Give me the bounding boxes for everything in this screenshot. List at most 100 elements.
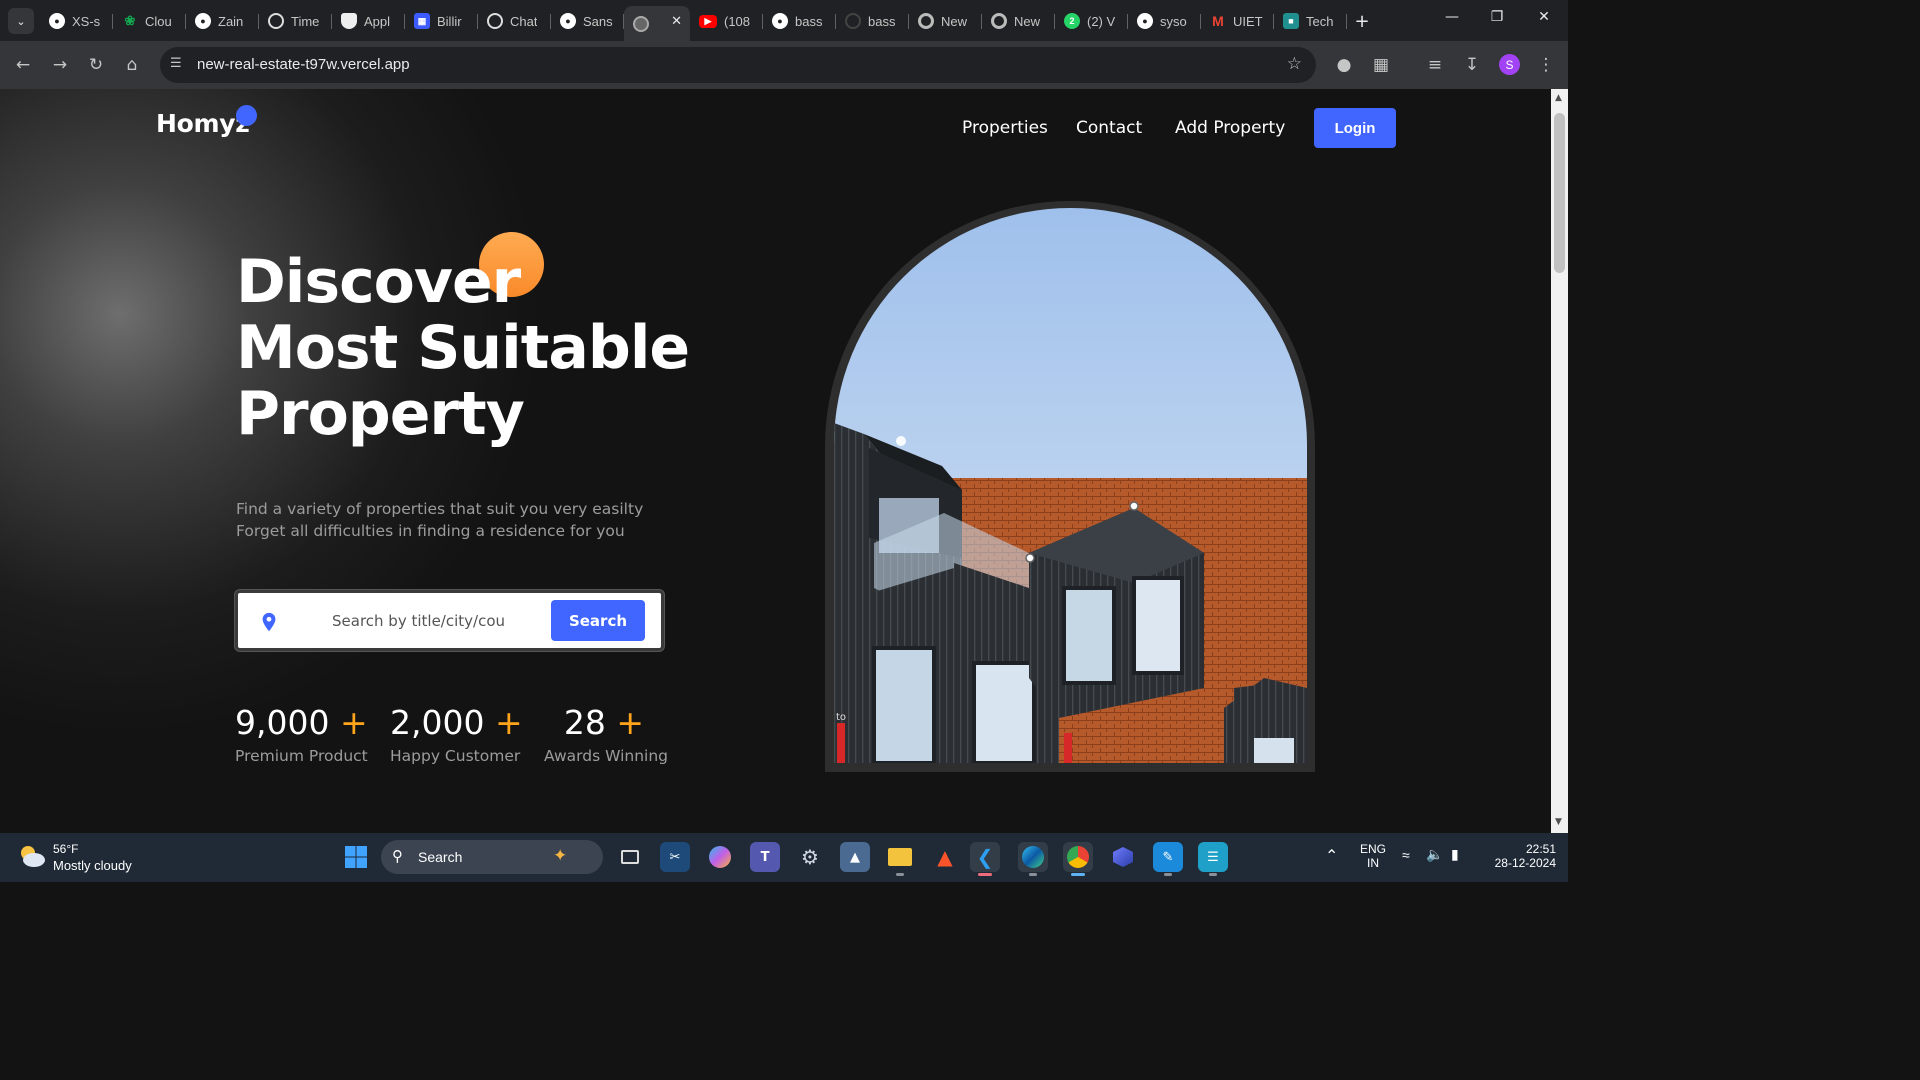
task-view-icon[interactable] bbox=[615, 842, 645, 872]
stat-number: 28 + bbox=[544, 703, 664, 742]
teams-icon: ■ bbox=[1283, 13, 1299, 29]
hero-subtitle: Find a variety of properties that suit y… bbox=[236, 498, 643, 542]
stat-value: 28 bbox=[563, 703, 606, 742]
tab-1[interactable]: ● XS-s bbox=[40, 6, 113, 36]
nav-contact[interactable]: Contact bbox=[1076, 118, 1142, 138]
edge-browser-icon[interactable] bbox=[1018, 842, 1048, 876]
snipping-tool-icon[interactable]: ✂ bbox=[660, 842, 690, 872]
language-indicator[interactable]: ENG IN bbox=[1358, 842, 1388, 870]
search-icon: ⚲ bbox=[392, 847, 403, 865]
reload-icon[interactable]: ↻ bbox=[85, 54, 107, 76]
tab-13[interactable]: New bbox=[909, 6, 982, 36]
tab-3[interactable]: ● Zain bbox=[186, 6, 259, 36]
web-page: Homyz Properties Contact Add Property Lo… bbox=[0, 89, 1551, 833]
close-tab-icon[interactable]: ✕ bbox=[671, 13, 682, 29]
tab-8[interactable]: ● Sans bbox=[551, 6, 624, 36]
hero-subtitle-line: Find a variety of properties that suit y… bbox=[236, 500, 644, 518]
tab-title: Chat bbox=[510, 13, 538, 29]
github-icon: ● bbox=[195, 13, 211, 29]
new-tab-plus-icon[interactable]: + bbox=[1347, 6, 1377, 36]
tab-title: (108 bbox=[724, 13, 751, 29]
tab-4[interactable]: Time bbox=[259, 6, 332, 36]
hero-title-line: Property bbox=[236, 379, 525, 449]
tab-search-chevron-icon[interactable]: ⌄ bbox=[8, 8, 34, 34]
weather-temperature[interactable]: 56°F bbox=[53, 842, 78, 856]
github-icon: ● bbox=[772, 13, 788, 29]
bank-icon: ▦ bbox=[414, 13, 430, 29]
tab-12[interactable]: bass bbox=[836, 6, 909, 36]
tab-17[interactable]: M UIET bbox=[1201, 6, 1274, 36]
tab-2[interactable]: ❀ Clou bbox=[113, 6, 186, 36]
tab-active[interactable]: ✕ bbox=[624, 6, 690, 41]
address-bar[interactable]: ☰ new-real-estate-t97w.vercel.app ☆ bbox=[160, 47, 1316, 83]
region-code: IN bbox=[1367, 856, 1379, 870]
close-window-icon[interactable]: ✕ bbox=[1534, 9, 1554, 25]
wifi-icon[interactable]: ≈ bbox=[1402, 847, 1410, 863]
tab-5[interactable]: Appl bbox=[332, 6, 405, 36]
photos-icon[interactable]: ▲ bbox=[840, 842, 870, 872]
home-icon[interactable]: ⌂ bbox=[121, 54, 143, 76]
page-scrollbar[interactable]: ▲ ▼ bbox=[1551, 89, 1568, 833]
openai-icon bbox=[487, 13, 503, 29]
search-input[interactable] bbox=[332, 609, 504, 633]
stat-number: 2,000 + bbox=[390, 703, 523, 742]
restore-icon[interactable]: ❐ bbox=[1487, 9, 1507, 25]
search-button[interactable]: Search bbox=[551, 600, 645, 641]
extension-pin-icon[interactable]: ● bbox=[1333, 54, 1355, 76]
notepad-icon[interactable]: ☰ bbox=[1198, 842, 1228, 876]
stat-label: Happy Customer bbox=[390, 747, 521, 765]
brave-browser-icon[interactable]: ▲ bbox=[930, 842, 960, 872]
browser-tab-strip: ⌄ ● XS-s ❀ Clou ● Zain Time Appl ▦ Billir Ch… bbox=[0, 0, 1568, 41]
scroll-up-arrow-icon[interactable]: ▲ bbox=[1555, 93, 1562, 103]
profile-avatar[interactable]: S bbox=[1499, 54, 1520, 75]
github-icon: ● bbox=[560, 13, 576, 29]
tab-16[interactable]: ● syso bbox=[1128, 6, 1201, 36]
tab-18[interactable]: ■ Tech bbox=[1274, 6, 1347, 36]
tab-11[interactable]: ● bass bbox=[763, 6, 836, 36]
tab-7[interactable]: Chat bbox=[478, 6, 551, 36]
extensions-puzzle-icon[interactable]: ▦ bbox=[1370, 54, 1392, 76]
openai-icon bbox=[268, 13, 284, 29]
nav-add-property[interactable]: Add Property bbox=[1175, 118, 1285, 138]
stat-label: Premium Product bbox=[235, 747, 368, 765]
tab-15[interactable]: 2 (2) V bbox=[1055, 6, 1128, 36]
clock[interactable]: 22:51 28-12-2024 bbox=[1480, 842, 1556, 870]
copilot-icon[interactable] bbox=[705, 842, 735, 872]
site-info-tune-icon[interactable]: ☰ bbox=[170, 56, 182, 71]
forward-arrow-icon[interactable]: → bbox=[49, 54, 71, 76]
tab-6[interactable]: ▦ Billir bbox=[405, 6, 478, 36]
chrome-browser-icon[interactable] bbox=[1063, 842, 1093, 876]
browser-menu-icon[interactable]: ⋮ bbox=[1535, 54, 1557, 76]
login-button[interactable]: Login bbox=[1314, 108, 1396, 148]
github-icon: ● bbox=[1137, 13, 1153, 29]
tab-14[interactable]: New bbox=[982, 6, 1055, 36]
vscode-icon[interactable]: ❮ bbox=[970, 842, 1000, 876]
taskbar-search-box[interactable]: ⚲ Search ✦ bbox=[381, 840, 603, 874]
back-arrow-icon[interactable]: ← bbox=[12, 54, 34, 76]
power-automate-icon[interactable] bbox=[1108, 842, 1138, 872]
cloudy-weather-icon[interactable] bbox=[18, 844, 46, 868]
url-text[interactable]: new-real-estate-t97w.vercel.app bbox=[197, 56, 410, 73]
scroll-down-arrow-icon[interactable]: ▼ bbox=[1555, 817, 1562, 827]
settings-gear-icon[interactable]: ⚙ bbox=[795, 842, 825, 872]
windows-start-icon[interactable] bbox=[341, 842, 371, 872]
volume-icon[interactable]: 🔈 bbox=[1426, 846, 1443, 863]
media-queue-icon[interactable]: ≡ bbox=[1424, 54, 1446, 76]
scrollbar-thumb[interactable] bbox=[1554, 113, 1565, 273]
paint-app-icon[interactable]: ✎ bbox=[1153, 842, 1183, 876]
stat-value: 9,000 bbox=[235, 703, 330, 742]
tab-title: Time bbox=[291, 13, 320, 29]
nav-properties[interactable]: Properties bbox=[962, 118, 1048, 138]
tab-title: bass bbox=[868, 13, 896, 29]
minimize-icon[interactable]: — bbox=[1442, 9, 1462, 25]
battery-icon[interactable]: ▮ bbox=[1451, 846, 1459, 863]
file-explorer-icon[interactable] bbox=[885, 842, 915, 876]
tab-10[interactable]: ▶ (108 bbox=[690, 6, 763, 36]
bookmark-star-icon[interactable]: ☆ bbox=[1287, 54, 1302, 74]
shield-icon bbox=[341, 13, 357, 29]
show-hidden-icons-chevron-icon[interactable]: ⌃ bbox=[1325, 846, 1338, 866]
teams-icon[interactable]: T bbox=[750, 842, 780, 872]
weather-description[interactable]: Mostly cloudy bbox=[53, 858, 132, 873]
download-icon[interactable]: ↧ bbox=[1461, 54, 1483, 76]
taskbar-search-label: Search bbox=[418, 849, 463, 865]
